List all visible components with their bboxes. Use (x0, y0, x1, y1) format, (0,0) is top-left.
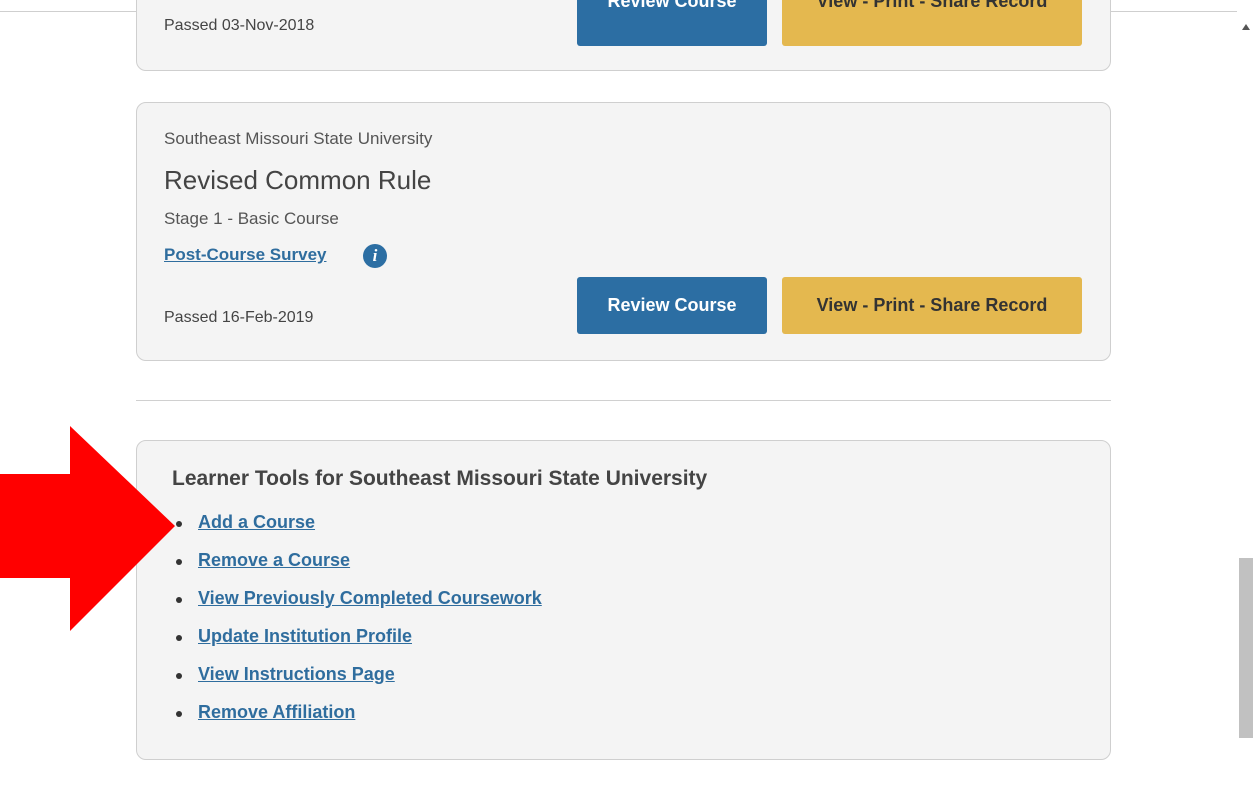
course-card-2: Southeast Missouri State University Revi… (136, 102, 1111, 361)
add-course-link[interactable]: Add a Course (198, 512, 315, 532)
institution-name: Southeast Missouri State University (164, 129, 433, 148)
review-course-button[interactable]: Review Course (577, 0, 767, 46)
list-item: View Previously Completed Coursework (172, 588, 542, 626)
view-print-share-record-button[interactable]: View - Print - Share Record (782, 0, 1082, 46)
list-item: Add a Course (172, 512, 542, 550)
view-completed-coursework-link[interactable]: View Previously Completed Coursework (198, 588, 542, 608)
post-course-survey-link[interactable]: Post-Course Survey (164, 245, 327, 265)
list-item: Remove a Course (172, 550, 542, 588)
passed-date: Passed 16-Feb-2019 (164, 309, 314, 326)
course-stage: Stage 1 - Basic Course (164, 209, 339, 228)
remove-course-link[interactable]: Remove a Course (198, 550, 350, 570)
list-item: Update Institution Profile (172, 626, 542, 664)
passed-date: Passed 03-Nov-2018 (164, 17, 315, 34)
update-institution-profile-link[interactable]: Update Institution Profile (198, 626, 412, 646)
list-item: Remove Affiliation (172, 702, 542, 740)
review-course-button[interactable]: Review Course (577, 277, 767, 334)
scrollbar-thumb[interactable] (1239, 558, 1253, 738)
remove-affiliation-link[interactable]: Remove Affiliation (198, 702, 355, 722)
section-divider (136, 400, 1111, 401)
learner-tools-heading: Learner Tools for Southeast Missouri Sta… (172, 467, 708, 490)
learner-tools-panel: Learner Tools for Southeast Missouri Sta… (136, 440, 1111, 760)
list-item: View Instructions Page (172, 664, 542, 702)
red-arrow-right-icon (0, 426, 175, 631)
view-instructions-page-link[interactable]: View Instructions Page (198, 664, 395, 684)
course-card-1: Passed 03-Nov-2018 Review Course View - … (136, 0, 1111, 71)
course-title: Revised Common Rule (164, 165, 432, 195)
page-viewport: Passed 03-Nov-2018 Review Course View - … (0, 0, 1255, 799)
learner-tools-list: Add a Course Remove a Course View Previo… (172, 512, 542, 740)
view-print-share-record-button[interactable]: View - Print - Share Record (782, 277, 1082, 334)
info-icon[interactable]: i (363, 244, 387, 268)
scroll-up-arrow-icon[interactable] (1242, 24, 1250, 30)
